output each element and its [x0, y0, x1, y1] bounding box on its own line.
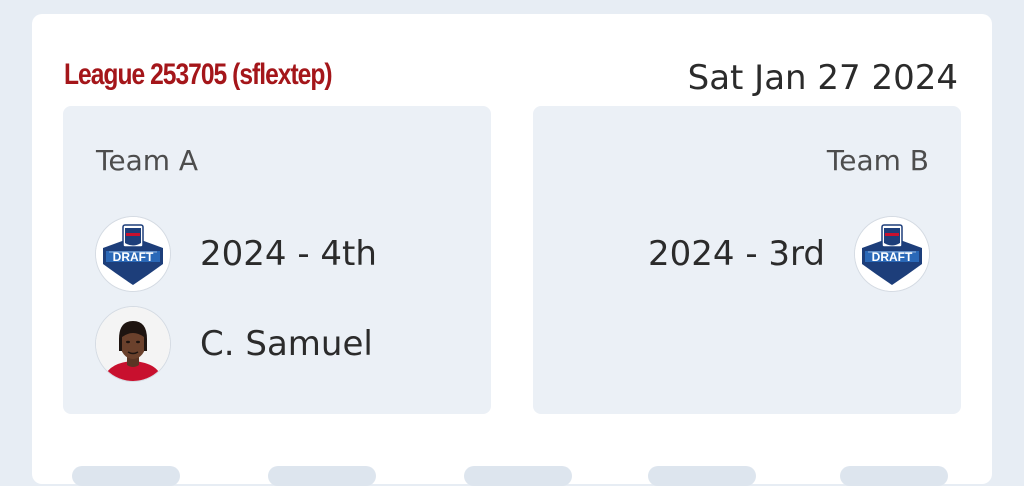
- action-pill-2[interactable]: [268, 466, 376, 486]
- team-b-panel: Team B 2024 - 3rd DRAFT: [533, 106, 961, 414]
- action-pill-5[interactable]: [840, 466, 948, 486]
- team-a-asset-draft-pick[interactable]: DRAFT 2024 - 4th: [96, 216, 377, 292]
- trade-card[interactable]: League 253705 (sflextep) Sat Jan 27 2024…: [32, 14, 992, 484]
- action-pill-1[interactable]: [72, 466, 180, 486]
- team-a-asset-player[interactable]: C. Samuel: [96, 306, 373, 382]
- draft-pick-label: 2024 - 3rd: [647, 234, 825, 274]
- team-b-asset-draft-pick[interactable]: 2024 - 3rd DRAFT: [648, 216, 929, 292]
- team-b-name: Team B: [826, 144, 929, 177]
- action-pill-4[interactable]: [648, 466, 756, 486]
- league-title[interactable]: League 253705 (sflextep): [64, 58, 333, 92]
- player-headshot: [96, 307, 170, 381]
- trade-date: Sat Jan 27 2024: [687, 58, 958, 98]
- player-name: C. Samuel: [200, 324, 373, 364]
- team-a-panel: Team A DRAFT 2024 - 4th C. Samuel: [63, 106, 491, 414]
- svg-text:DRAFT: DRAFT: [113, 250, 154, 264]
- nfl-draft-logo-icon: DRAFT: [855, 217, 929, 291]
- svg-text:DRAFT: DRAFT: [872, 250, 913, 264]
- draft-pick-label: 2024 - 4th: [200, 234, 377, 274]
- team-a-name: Team A: [96, 144, 199, 177]
- nfl-draft-logo-icon: DRAFT: [96, 217, 170, 291]
- action-pill-3[interactable]: [464, 466, 572, 486]
